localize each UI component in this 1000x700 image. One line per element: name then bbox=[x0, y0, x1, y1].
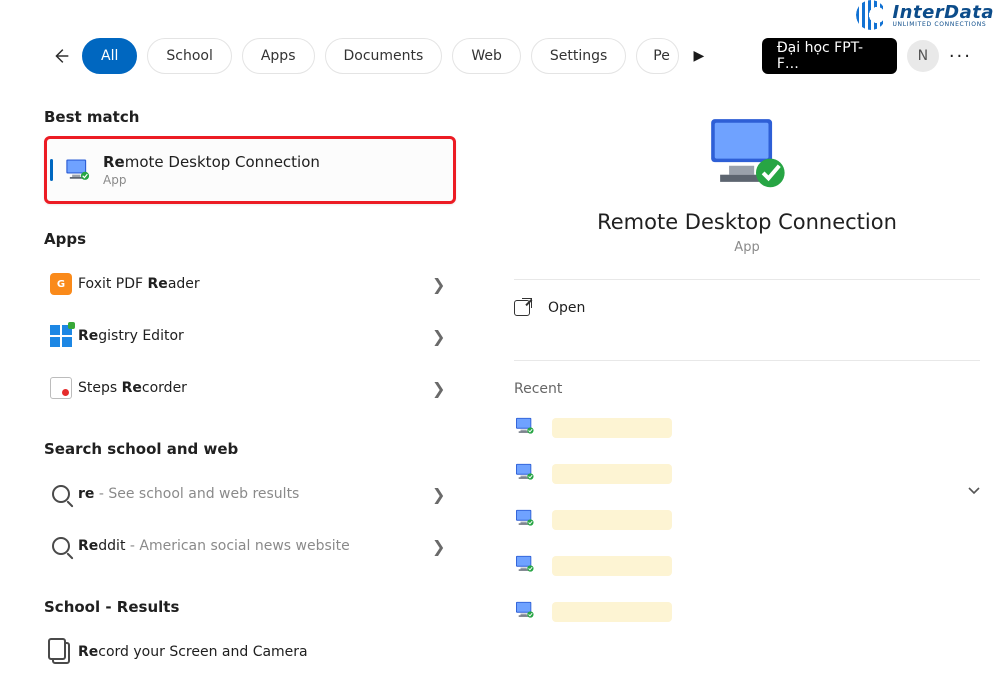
expand-chevron-icon[interactable] bbox=[966, 482, 982, 502]
overflow-menu-icon[interactable]: ··· bbox=[949, 46, 978, 67]
school-result-record[interactable]: Record your Screen and Camera bbox=[44, 626, 456, 678]
user-avatar[interactable]: N bbox=[907, 40, 939, 72]
web-result-reddit[interactable]: Reddit - American social news website ❯ bbox=[44, 520, 456, 572]
app-result-label: Foxit PDF Reader bbox=[78, 276, 432, 292]
recent-item[interactable] bbox=[514, 451, 980, 497]
preview-subtitle: App bbox=[734, 240, 759, 255]
back-button[interactable] bbox=[50, 45, 72, 67]
document-icon bbox=[44, 640, 78, 664]
rdc-icon bbox=[514, 555, 536, 577]
search-icon bbox=[44, 537, 78, 555]
search-filter-bar: All School Apps Documents Web Settings P… bbox=[0, 0, 1000, 82]
rdc-icon bbox=[514, 417, 536, 439]
best-match-title: Remote Desktop Connection bbox=[103, 153, 320, 171]
filter-tab-school[interactable]: School bbox=[147, 38, 231, 74]
recent-item-redacted bbox=[552, 602, 672, 622]
recent-item-redacted bbox=[552, 464, 672, 484]
filter-tab-all[interactable]: All bbox=[82, 38, 137, 74]
filter-tab-settings[interactable]: Settings bbox=[531, 38, 626, 74]
filter-tab-people-truncated[interactable]: Pe bbox=[636, 38, 679, 74]
filter-tab-documents[interactable]: Documents bbox=[325, 38, 443, 74]
app-result-foxit[interactable]: G Foxit PDF Reader ❯ bbox=[44, 258, 456, 310]
registry-editor-icon bbox=[44, 325, 78, 347]
open-label: Open bbox=[548, 300, 585, 316]
recent-item[interactable] bbox=[514, 405, 980, 451]
section-heading-best-match: Best match bbox=[44, 108, 456, 126]
rdc-icon bbox=[514, 463, 536, 485]
section-heading-apps: Apps bbox=[44, 230, 456, 248]
open-action[interactable]: Open bbox=[514, 280, 980, 336]
section-heading-school: School - Results bbox=[44, 598, 456, 616]
chevron-right-icon[interactable]: ❯ bbox=[432, 379, 456, 398]
filter-tab-web[interactable]: Web bbox=[452, 38, 521, 74]
recent-heading: Recent bbox=[514, 381, 980, 397]
chevron-right-icon[interactable]: ❯ bbox=[432, 327, 456, 346]
recent-item-redacted bbox=[552, 556, 672, 576]
recent-item-redacted bbox=[552, 418, 672, 438]
selection-indicator bbox=[50, 159, 53, 181]
section-heading-web: Search school and web bbox=[44, 440, 456, 458]
open-icon bbox=[514, 300, 530, 316]
filter-tab-apps[interactable]: Apps bbox=[242, 38, 315, 74]
recent-item[interactable] bbox=[514, 497, 980, 543]
app-result-steps-recorder[interactable]: Steps Recorder ❯ bbox=[44, 362, 456, 414]
recent-item[interactable] bbox=[514, 543, 980, 589]
steps-recorder-icon bbox=[44, 377, 78, 399]
watermark: InterData UNLIMITED CONNECTIONS bbox=[856, 0, 994, 30]
best-match-subtitle: App bbox=[103, 173, 320, 187]
rdc-hero-icon bbox=[704, 118, 790, 196]
school-result-label: Record your Screen and Camera bbox=[78, 644, 456, 660]
rdc-icon bbox=[514, 601, 536, 623]
watermark-brand: InterData bbox=[892, 2, 994, 23]
rdc-icon bbox=[514, 509, 536, 531]
rdc-icon bbox=[59, 158, 97, 182]
web-result-label: Reddit - American social news website bbox=[78, 538, 432, 554]
preview-title: Remote Desktop Connection bbox=[597, 210, 897, 234]
web-result-re[interactable]: re - See school and web results ❯ bbox=[44, 468, 456, 520]
more-tabs-arrow-icon[interactable]: ▶ bbox=[689, 48, 709, 64]
search-icon bbox=[44, 485, 78, 503]
app-result-label: Registry Editor bbox=[78, 328, 432, 344]
org-badge[interactable]: Đại học FPT- F… bbox=[762, 38, 897, 74]
results-list: Best match Remote Desktop Connection App… bbox=[0, 82, 474, 700]
watermark-globe-icon bbox=[856, 0, 886, 30]
recent-item-redacted bbox=[552, 510, 672, 530]
web-result-label: re - See school and web results bbox=[78, 486, 432, 502]
watermark-tagline: UNLIMITED CONNECTIONS bbox=[892, 21, 994, 28]
recent-item[interactable] bbox=[514, 589, 980, 635]
best-match-result[interactable]: Remote Desktop Connection App bbox=[44, 136, 456, 204]
chevron-right-icon[interactable]: ❯ bbox=[432, 537, 456, 556]
app-result-label: Steps Recorder bbox=[78, 380, 432, 396]
chevron-right-icon[interactable]: ❯ bbox=[432, 275, 456, 294]
app-result-registry-editor[interactable]: Registry Editor ❯ bbox=[44, 310, 456, 362]
chevron-right-icon[interactable]: ❯ bbox=[432, 485, 456, 504]
preview-pane: Remote Desktop Connection App Open Recen… bbox=[474, 82, 1000, 700]
divider bbox=[514, 360, 980, 361]
foxit-icon: G bbox=[44, 273, 78, 295]
